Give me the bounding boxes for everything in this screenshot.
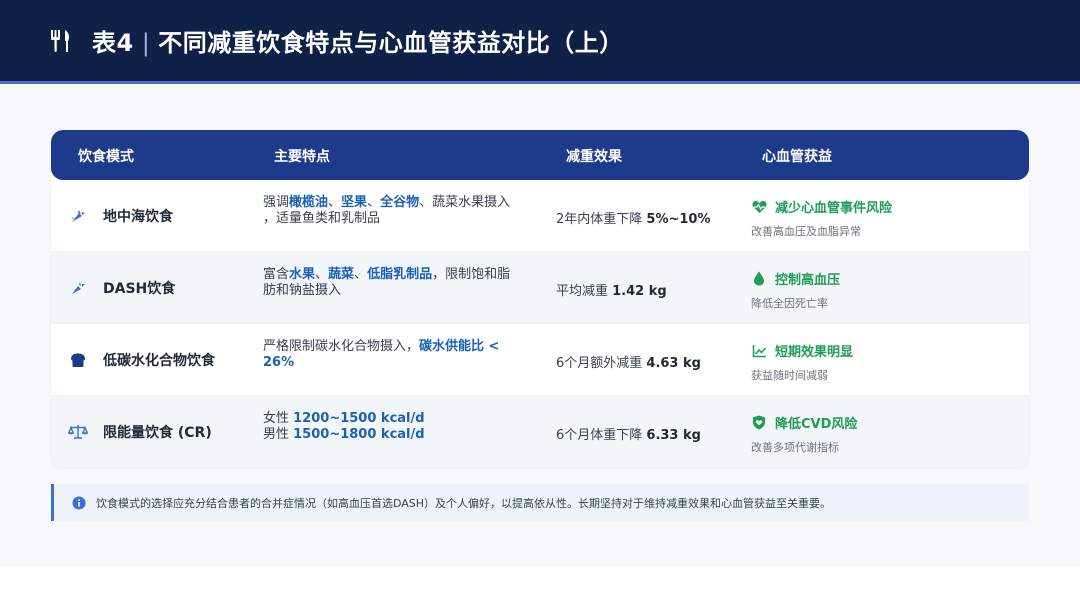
benefit-cell: 降低CVD风险 改善多项代谢指标 (751, 413, 857, 455)
column-header-diet: 饮食模式 (78, 149, 134, 165)
benefit-cell: 减少心血管事件风险 改善高血压及血脂异常 (751, 197, 892, 239)
note-callout: 饮食模式的选择应充分结合患者的合并症情况（如高血压首选DASH）及个人偏好，以提… (51, 484, 1029, 521)
diet-name: DASH饮食 (103, 281, 176, 297)
effect-text: 平均减重 1.42 kg (556, 284, 667, 299)
effect-text: 6个月体重下降 6.33 kg (556, 428, 701, 443)
diet-name: 地中海饮食 (103, 209, 173, 225)
effect-text: 6个月额外减重 4.63 kg (556, 356, 701, 371)
carrot-icon (67, 277, 89, 299)
fish-icon (67, 205, 89, 227)
table-row: 限能量饮食 (CR) 女性 1200~1500 kcal/d 男性 1500~1… (51, 396, 1029, 467)
table-row: 低碳水化合物饮食 严格限制碳水化合物摄入，碳水供能比 < 26% 6个月额外减重… (51, 324, 1029, 396)
table-row: DASH饮食 富含水果、蔬菜、低脂乳制品，限制饱和脂 肪和钠盐摄入 平均减重 1… (51, 252, 1029, 324)
diet-name: 限能量饮食 (CR) (103, 425, 212, 441)
features-text: 富含水果、蔬菜、低脂乳制品，限制饱和脂 肪和钠盐摄入 (263, 267, 511, 298)
benefit-subtitle: 改善多项代谢指标 (751, 441, 839, 454)
benefit-title: 短期效果明显 (775, 345, 854, 360)
benefit-subtitle: 降低全因死亡率 (751, 297, 828, 310)
table-header: 饮食模式 主要特点 减重效果 心血管获益 (51, 130, 1029, 180)
chart-line-icon (751, 343, 767, 359)
page-header: 表4 | 不同减重饮食特点与心血管获益对比（上） (0, 0, 1080, 84)
shield-heart-icon (751, 415, 767, 431)
comparison-table: 饮食模式 主要特点 减重效果 心血管获益 地中海饮食 强调橄榄油、坚果、全谷物、… (51, 130, 1029, 467)
utensils-icon (50, 29, 72, 53)
heart-pulse-icon (751, 199, 767, 215)
benefit-title: 减少心血管事件风险 (775, 201, 893, 216)
info-icon (72, 496, 86, 510)
footer-band (0, 566, 1080, 608)
column-header-features: 主要特点 (274, 149, 330, 165)
benefit-cell: 控制高血压 降低全因死亡率 (751, 269, 840, 311)
bread-icon (67, 349, 89, 371)
features-text: 严格限制碳水化合物摄入，碳水供能比 < 26% (263, 339, 500, 370)
effect-text: 2年内体重下降 5%~10% (556, 212, 711, 227)
benefit-subtitle: 获益随时间减弱 (751, 369, 828, 382)
column-header-effect: 减重效果 (566, 149, 622, 165)
note-text: 饮食模式的选择应充分结合患者的合并症情况（如高血压首选DASH）及个人偏好，以提… (96, 496, 832, 510)
table-row: 地中海饮食 强调橄榄油、坚果、全谷物、蔬菜水果摄入 ，适量鱼类和乳制品 2年内体… (51, 180, 1029, 252)
features-text: 女性 1200~1500 kcal/d 男性 1500~1800 kcal/d (263, 411, 425, 442)
page-title: 表4 | 不同减重饮食特点与心血管获益对比（上） (92, 29, 624, 57)
scale-icon (67, 421, 89, 443)
benefit-subtitle: 改善高血压及血脂异常 (751, 225, 861, 238)
features-text: 强调橄榄油、坚果、全谷物、蔬菜水果摄入 ，适量鱼类和乳制品 (263, 195, 511, 226)
benefit-title: 降低CVD风险 (775, 417, 858, 432)
column-header-benefit: 心血管获益 (762, 149, 832, 165)
droplet-icon (751, 271, 767, 287)
diet-name: 低碳水化合物饮食 (103, 353, 215, 369)
benefit-title: 控制高血压 (775, 273, 841, 288)
benefit-cell: 短期效果明显 获益随时间减弱 (751, 341, 853, 383)
